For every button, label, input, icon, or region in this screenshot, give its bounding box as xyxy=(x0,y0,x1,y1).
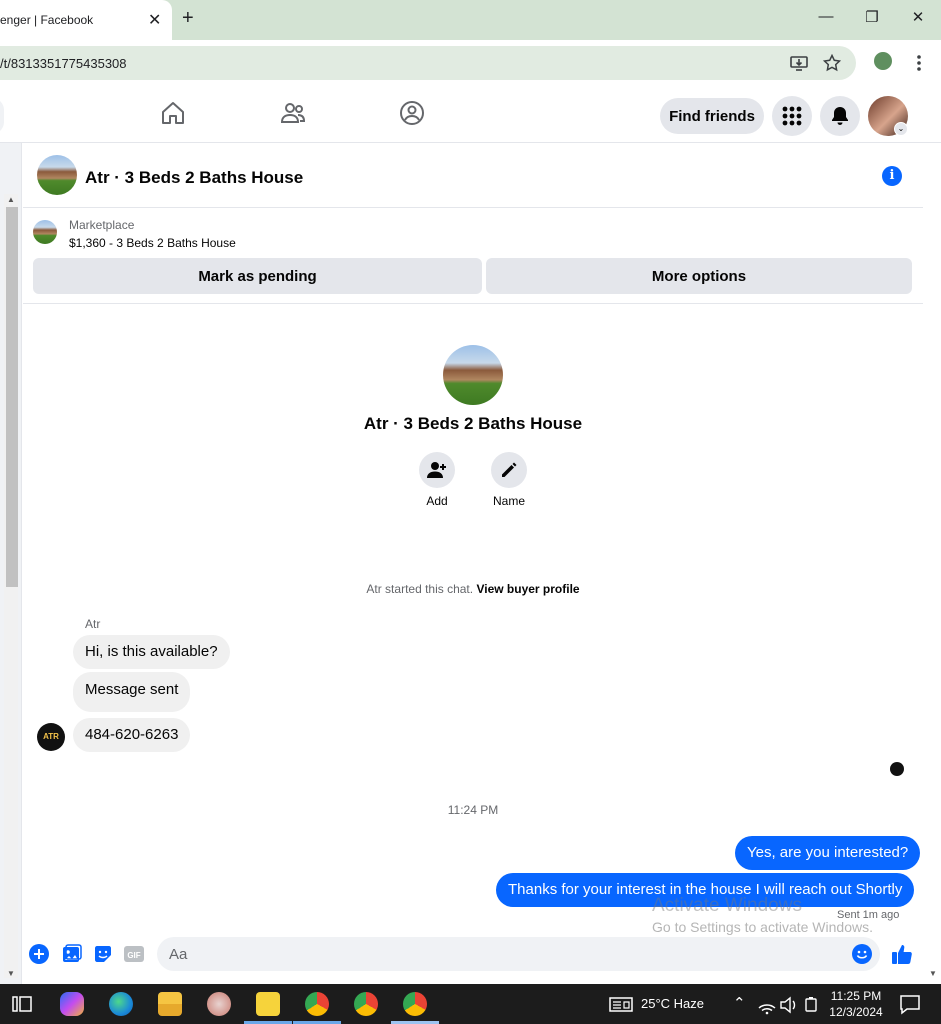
seen-indicator-avatar xyxy=(890,762,904,776)
message-timestamp: 11:24 PM xyxy=(447,803,499,817)
home-icon[interactable] xyxy=(160,100,186,126)
grid-icon xyxy=(782,106,802,126)
weather-text[interactable]: 25°C Haze xyxy=(641,996,704,1011)
facebook-header: Find friends ⌄ xyxy=(0,86,941,143)
tab-close-icon[interactable]: ✕ xyxy=(148,10,161,30)
pencil-icon xyxy=(502,462,517,477)
news-widget-icon[interactable] xyxy=(608,992,634,1016)
scroll-up-arrow-icon[interactable]: ▲ xyxy=(7,195,15,204)
browser-profile-icon[interactable] xyxy=(874,52,892,70)
sticker-icon[interactable] xyxy=(93,944,113,964)
edge-icon[interactable] xyxy=(109,992,133,1016)
outgoing-message[interactable]: Yes, are you interested? xyxy=(735,836,921,870)
file-explorer-icon[interactable] xyxy=(158,992,182,1016)
close-window-button[interactable]: ✕ xyxy=(903,8,933,26)
name-label: Name xyxy=(492,494,525,508)
notification-center-icon[interactable] xyxy=(898,992,922,1016)
add-label: Add xyxy=(426,494,448,508)
started-text: Atr started this chat. xyxy=(366,582,474,596)
search-pill[interactable] xyxy=(0,98,4,134)
battery-icon[interactable] xyxy=(802,992,820,1016)
browser-tab-bar: enger | Facebook ✕ + — ❐ ✕ xyxy=(0,0,941,40)
bell-icon xyxy=(832,107,848,125)
chat-header: Atr · 3 Beds 2 Baths House i xyxy=(23,144,923,208)
clock-date: 12/3/2024 xyxy=(829,1005,883,1019)
minimize-button[interactable]: — xyxy=(811,8,841,25)
scroll-down-arrow-icon[interactable]: ▼ xyxy=(7,969,15,978)
tray-chevron-up-icon[interactable]: ⌃ xyxy=(733,994,746,1012)
account-chevron-down-icon[interactable]: ⌄ xyxy=(894,122,908,136)
plus-circle-icon[interactable] xyxy=(29,944,49,964)
listing-thumbnail[interactable] xyxy=(33,220,57,244)
chrome-profile-b-icon[interactable] xyxy=(354,992,378,1016)
bookmark-star-icon[interactable] xyxy=(823,54,841,72)
activate-windows-watermark: Activate Windows xyxy=(652,895,802,916)
sticky-notes-icon[interactable] xyxy=(256,992,280,1016)
add-action[interactable]: Add xyxy=(412,452,462,508)
chrome-active-icon[interactable] xyxy=(403,992,427,1016)
chat-avatar[interactable] xyxy=(37,155,77,195)
listing-price-title[interactable]: $1,360 - 3 Beds 2 Baths House xyxy=(69,236,236,250)
url-text: /t/8313351775435308 xyxy=(0,56,127,71)
profile-name: Atr · 3 Beds 2 Baths House xyxy=(363,414,583,433)
find-friends-button[interactable]: Find friends xyxy=(660,98,764,134)
marketplace-label: Marketplace xyxy=(69,218,135,232)
svg-text:GIF: GIF xyxy=(127,951,140,960)
activate-windows-subtext: Go to Settings to activate Windows. xyxy=(652,919,873,935)
photo-icon[interactable] xyxy=(62,944,82,964)
thumbs-up-icon[interactable] xyxy=(891,943,913,965)
friends-icon[interactable] xyxy=(280,100,306,126)
restore-button[interactable]: ❐ xyxy=(857,8,887,26)
menu-grid-button[interactable] xyxy=(772,96,812,136)
volume-icon[interactable] xyxy=(779,992,799,1016)
divider xyxy=(23,303,923,304)
incoming-message[interactable]: Hi, is this available? xyxy=(73,635,230,669)
groups-icon[interactable] xyxy=(399,100,425,126)
sender-name: Atr xyxy=(85,617,101,631)
name-action[interactable]: Name xyxy=(484,452,534,508)
copilot-icon[interactable] xyxy=(60,992,84,1016)
sent-status: Sent 1m ago xyxy=(837,909,900,921)
address-bar: /t/8313351775435308 xyxy=(0,40,941,86)
install-app-icon[interactable] xyxy=(790,54,808,72)
info-icon[interactable]: i xyxy=(882,166,902,186)
task-view-icon[interactable] xyxy=(10,992,34,1016)
emoji-icon[interactable] xyxy=(852,944,872,964)
profile-avatar[interactable] xyxy=(443,345,503,405)
incoming-message[interactable]: Message sent xyxy=(73,672,191,712)
more-options-button[interactable]: More options xyxy=(486,258,912,294)
windows-taskbar: 25°C Haze ⌃ 11:25 PM 12/3/2024 xyxy=(0,984,941,1024)
chat-title[interactable]: Atr · 3 Beds 2 Baths House xyxy=(85,168,303,188)
chat-scroll-down-arrow-icon[interactable]: ▼ xyxy=(929,969,937,978)
new-tab-button[interactable]: + xyxy=(182,7,194,30)
message-input[interactable] xyxy=(157,937,880,971)
scrollbar-thumb[interactable] xyxy=(6,207,18,587)
gif-icon[interactable]: GIF xyxy=(124,944,144,964)
clock[interactable]: 11:25 PM 12/3/2024 xyxy=(820,988,892,1020)
incoming-message[interactable]: 484-620-6263 xyxy=(73,718,191,752)
chat-started-notice: Atr started this chat. View buyer profil… xyxy=(23,582,923,596)
chrome-profile-a-icon[interactable] xyxy=(305,992,329,1016)
browser-menu-icon[interactable] xyxy=(917,55,921,71)
view-buyer-profile-link[interactable]: View buyer profile xyxy=(476,582,579,596)
notifications-button[interactable] xyxy=(820,96,860,136)
browser-tab[interactable]: enger | Facebook ✕ xyxy=(0,0,172,40)
wifi-icon[interactable] xyxy=(757,992,777,1016)
omnibox[interactable]: /t/8313351775435308 xyxy=(0,46,856,80)
paint-icon[interactable] xyxy=(207,992,231,1016)
tab-title: enger | Facebook xyxy=(0,13,94,27)
sender-avatar[interactable]: ATR xyxy=(37,723,65,751)
clock-time: 11:25 PM xyxy=(830,989,882,1003)
add-person-icon xyxy=(427,462,446,478)
mark-as-pending-button[interactable]: Mark as pending xyxy=(33,258,482,294)
